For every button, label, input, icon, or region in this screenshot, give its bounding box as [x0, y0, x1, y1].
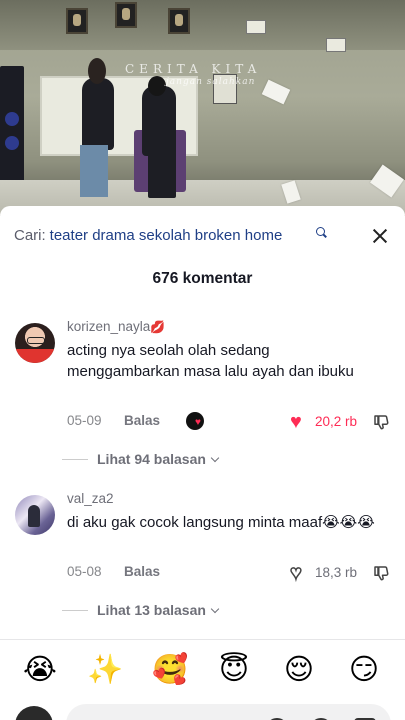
actor: [142, 86, 176, 156]
wall-emblem: [115, 2, 137, 28]
comment-date: 05-08: [67, 564, 102, 579]
view-replies-button[interactable]: Lihat 13 balasan: [62, 602, 220, 618]
actress-jeans: [80, 145, 108, 197]
comment-text: di aku gak cocok langsung minta maaf😭😭😭: [67, 514, 375, 531]
related-search[interactable]: Cari: teater drama sekolah broken home: [14, 227, 334, 247]
comment-username[interactable]: korizen_nayla💋: [67, 319, 165, 334]
emoji-button[interactable]: 😭: [20, 650, 60, 690]
wall-portrait: [168, 8, 190, 34]
avatar[interactable]: [15, 495, 55, 535]
emoji-button[interactable]: 🥰: [150, 650, 190, 690]
emoji-button[interactable]: 😇: [214, 650, 254, 690]
thumbs-down-icon[interactable]: [372, 413, 390, 431]
emoji-button[interactable]: 😏: [344, 650, 384, 690]
like-count: 18,3 rb: [315, 565, 358, 580]
emoji-button[interactable]: 😌: [279, 650, 319, 690]
divider: [0, 639, 405, 640]
actor-legs: [148, 150, 176, 198]
view-replies-label: Lihat 94 balasan: [97, 451, 206, 467]
chevron-down-icon: [210, 604, 220, 614]
comment-input-row: [0, 700, 405, 720]
comment-input[interactable]: [66, 704, 391, 720]
creator-liked-icon: [186, 412, 204, 430]
emoji-button[interactable]: ✨: [85, 650, 125, 690]
username-text: val_za2: [67, 491, 114, 506]
search-label: Cari:: [14, 227, 46, 244]
flying-paper: [261, 79, 291, 105]
speaker: [0, 66, 24, 190]
reply-button[interactable]: Balas: [124, 564, 160, 579]
username-emoji: 💋: [150, 320, 166, 334]
comment-date: 05-09: [67, 413, 102, 428]
comments-sheet: Cari: teater drama sekolah broken home 67…: [0, 206, 405, 720]
close-icon[interactable]: [368, 224, 392, 248]
heart-icon: ♥: [289, 562, 302, 584]
comment-count: 676 komentar: [152, 270, 253, 287]
actress: [82, 78, 114, 150]
username-text: korizen_nayla: [67, 319, 151, 334]
reply-button[interactable]: Balas: [124, 413, 160, 428]
avatar[interactable]: [15, 323, 55, 363]
video-player[interactable]: CERITA KITA jangan salahkan: [0, 0, 405, 215]
wall-sign: [246, 20, 266, 34]
comment-text: acting nya seolah olah sedang menggambar…: [67, 342, 354, 380]
thumbs-down-icon[interactable]: [372, 564, 390, 582]
chevron-down-icon: [210, 453, 220, 463]
quick-emoji-bar: 😭 ✨ 🥰 😇 😌 😏: [0, 650, 405, 690]
wall-sign: [326, 38, 346, 52]
video-watermark-title: CERITA KITA: [125, 62, 262, 76]
wall-portrait: [66, 8, 88, 34]
actress-head: [88, 58, 106, 84]
like-count: 20,2 rb: [315, 414, 358, 429]
comment-username[interactable]: val_za2: [67, 491, 114, 506]
search-icon: [316, 227, 325, 236]
view-replies-button[interactable]: Lihat 94 balasan: [62, 451, 220, 467]
heart-icon: ♥: [290, 411, 302, 433]
avatar: [15, 706, 53, 720]
view-replies-label: Lihat 13 balasan: [97, 602, 206, 618]
search-term-link[interactable]: teater drama sekolah broken home: [50, 227, 283, 244]
video-watermark-subtitle: jangan salahkan: [166, 77, 256, 87]
actor-head: [148, 76, 166, 96]
